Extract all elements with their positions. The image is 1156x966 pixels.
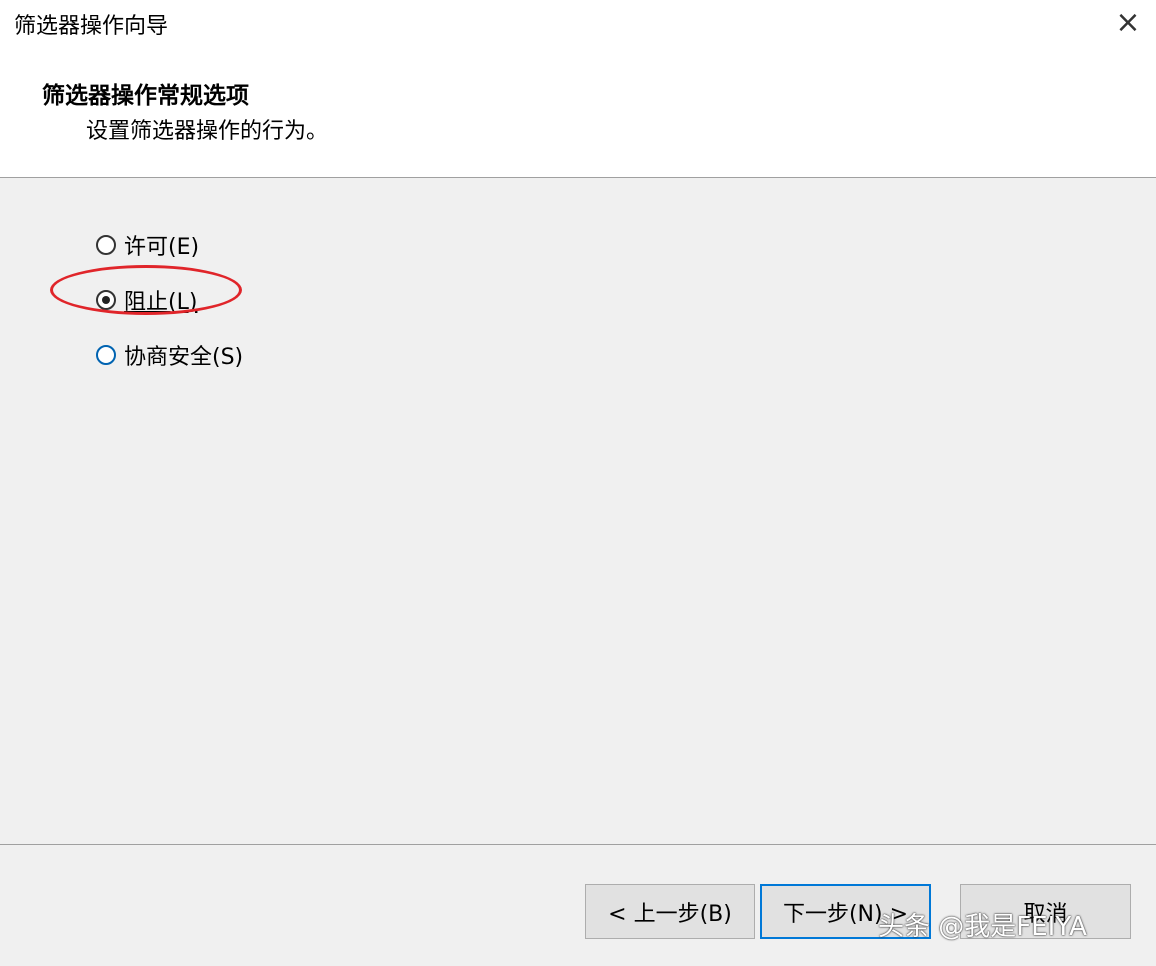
- option-negotiate-security[interactable]: 协商安全(S): [96, 327, 243, 382]
- page-subtitle: 设置筛选器操作的行为。: [86, 119, 329, 144]
- wizard-header: 筛选器操作向导 × 筛选器操作常规选项 设置筛选器操作的行为。: [0, 0, 1156, 178]
- page-title: 筛选器操作常规选项: [42, 83, 249, 109]
- radio-negotiate-security[interactable]: [96, 344, 116, 365]
- cancel-button[interactable]: 取消: [960, 884, 1131, 939]
- red-annotation-ellipse: [50, 265, 242, 315]
- radio-permit[interactable]: [96, 234, 116, 255]
- next-button[interactable]: 下一步(N) >: [760, 884, 931, 939]
- close-icon[interactable]: ×: [1108, 4, 1148, 40]
- back-button[interactable]: < 上一步(B): [585, 884, 755, 939]
- window-title: 筛选器操作向导: [14, 14, 169, 39]
- footer-divider: [0, 844, 1156, 845]
- option-permit[interactable]: 许可(E): [96, 217, 243, 272]
- option-negotiate-security-label: 协商安全(S): [124, 344, 244, 370]
- option-permit-label: 许可(E): [124, 234, 200, 260]
